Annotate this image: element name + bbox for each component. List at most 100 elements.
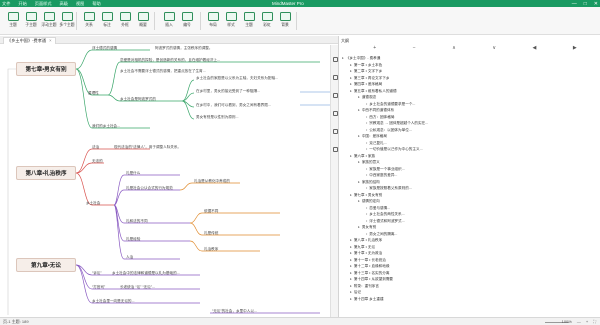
document-tab[interactable]: 《乡土中国》-费孝通 ×	[3, 37, 56, 44]
map-node[interactable]: “诉讼”	[92, 271, 102, 275]
expand-icon[interactable]: ▸	[358, 180, 360, 184]
chapter-node-8[interactable]: 第八章•礼治秩序	[16, 166, 76, 180]
expand-icon[interactable]: ▸	[350, 82, 352, 86]
menu-item[interactable]: 开始	[18, 1, 26, 7]
move-down-icon[interactable]: ∨	[492, 45, 496, 52]
move-up-icon[interactable]: ∧	[452, 45, 456, 52]
maximize-button[interactable]: □	[584, 1, 587, 7]
fullscreen-icon[interactable]: ⛶	[593, 319, 596, 324]
toolbar-button[interactable]: 概要	[134, 9, 152, 33]
expand-icon[interactable]: ▸	[350, 154, 352, 158]
map-node[interactable]: 礼是传统	[204, 231, 218, 235]
toolbar-button[interactable]: 彩虹	[258, 9, 276, 33]
expand-icon[interactable]: ▸	[358, 199, 360, 203]
map-node[interactable]: 乡土社会中的法律和道德是以礼为基础的...	[112, 271, 180, 275]
expand-icon[interactable]: ▸	[358, 134, 360, 138]
minimize-button[interactable]: —	[572, 1, 577, 7]
expand-icon[interactable]: ▸	[350, 89, 352, 93]
map-node[interactable]: 礼是经验	[126, 237, 140, 241]
expand-icon[interactable]: ▸	[350, 290, 352, 294]
expand-icon[interactable]: ▸	[350, 69, 352, 73]
expand-icon[interactable]: ▸	[350, 271, 352, 275]
map-node[interactable]: 乡土社会	[86, 201, 100, 205]
menu-item[interactable]: 帮助	[92, 1, 100, 7]
map-node[interactable]: 法治	[92, 145, 99, 149]
expand-icon[interactable]: ▸	[350, 63, 352, 67]
menu-item[interactable]: 页面样式	[35, 1, 52, 7]
map-node[interactable]: 现代法治的“法律人”，用于调整人际关系。	[114, 145, 181, 149]
toolbar-button[interactable]: 样式	[222, 9, 240, 33]
expand-icon[interactable]: ▸	[350, 258, 352, 262]
zoom-out-button[interactable]: —	[577, 319, 581, 324]
close-tab-icon[interactable]: ×	[49, 38, 51, 43]
expand-icon[interactable]: ▸	[342, 56, 344, 60]
chapter-node-9[interactable]: 第九章•无讼	[16, 258, 76, 272]
toolbar-button[interactable]: 插入	[160, 9, 178, 33]
toolbar-button[interactable]: 布局	[204, 9, 222, 33]
menu-item[interactable]: 高级	[60, 1, 68, 7]
expand-icon[interactable]: ▸	[350, 264, 352, 268]
map-node[interactable]: 无法的	[92, 159, 103, 163]
map-node[interactable]: 阿波罗式的感情，主张秩序的调整。	[155, 46, 213, 50]
map-node[interactable]: 男女有别是以性别为原则...	[196, 115, 239, 119]
expand-icon[interactable]: ▸	[350, 193, 352, 197]
menu-item[interactable]: 视图	[76, 1, 84, 7]
toolbar-button[interactable]: 浮动主题	[40, 9, 58, 33]
map-node[interactable]: 礼是什么	[126, 171, 140, 175]
map-node[interactable]: 在乡村中，我们可以看到，男女之间有着界限...	[196, 103, 271, 107]
map-node[interactable]: 恋爱是对相机的探险，是创造新的关系的，且在维护着经济上...	[120, 58, 220, 62]
map-node[interactable]: 礼治是从教化中养成的	[194, 179, 230, 183]
toolbar-button[interactable]: 外框	[116, 9, 134, 33]
close-button[interactable]: ✕	[594, 1, 598, 7]
toolbar-button[interactable]: 标注	[98, 9, 116, 33]
map-node[interactable]: 依据不同	[204, 209, 218, 213]
map-node[interactable]: 礼治秩序	[204, 247, 218, 251]
expand-icon[interactable]: ▸	[350, 245, 352, 249]
expand-icon[interactable]: ▸	[358, 160, 360, 164]
toolbar-button[interactable]: 多个主题	[58, 9, 76, 33]
expand-icon[interactable]: ▸	[350, 76, 352, 80]
expand-icon[interactable]: ▸	[358, 225, 360, 229]
toolbar-button[interactable]: 子主题	[22, 9, 40, 33]
map-node[interactable]: 在乡村里，男女的接近受到了一种阻隔...	[196, 89, 260, 93]
expand-icon[interactable]: ▸	[350, 297, 352, 301]
outline-row[interactable]: ▸ 第十四章 乡土重建	[339, 296, 600, 303]
expand-icon[interactable]: ▸	[350, 251, 352, 255]
expand-icon[interactable]: ▸	[350, 238, 352, 242]
expand-icon[interactable]: ▸	[358, 108, 360, 112]
zoom-in-button[interactable]: +	[586, 319, 588, 324]
map-node[interactable]: 浮士德式的感情	[92, 46, 117, 50]
map-node[interactable]: 重理性	[88, 91, 99, 95]
add-topic-icon[interactable]: +	[373, 45, 376, 52]
map-node[interactable]: 礼是社会公认合式的行为规范	[126, 186, 173, 190]
format-icon[interactable]	[332, 57, 338, 62]
toolbar-button[interactable]: 主题	[4, 9, 22, 33]
map-node[interactable]: 乡土社会里一向是无讼的...	[92, 299, 135, 303]
menu-item[interactable]: 文件	[2, 1, 10, 7]
toolbar-button[interactable]: 主题	[240, 9, 258, 33]
map-node[interactable]: 长老统治 “讼” “无讼”...	[120, 285, 155, 289]
map-node[interactable]: 礼和法的不同	[126, 219, 148, 223]
search-icon[interactable]	[332, 147, 338, 152]
toolbar-button[interactable]: 编号	[178, 9, 196, 33]
clipart-icon[interactable]	[332, 93, 338, 98]
map-node[interactable]: 乡土社会的家庭是以父系为主轴，夫妇关系为配轴...	[196, 76, 278, 80]
map-node[interactable]: 乡土社会不需要浮士德式的感情，把重点放在了生育...	[120, 69, 206, 73]
chapter-node-7[interactable]: 第七章•男女有别	[16, 62, 76, 76]
toolbar-button[interactable]: 关系	[80, 9, 98, 33]
map-node[interactable]: “无讼”的社会，乡里中人以...	[212, 309, 257, 313]
icon-library-icon[interactable]	[332, 75, 338, 80]
map-node[interactable]: 乡土社会是阿波罗式的	[120, 97, 156, 101]
expand-icon[interactable]: ▸	[350, 277, 352, 281]
task-icon[interactable]	[332, 129, 338, 134]
demote-icon[interactable]: ▶	[573, 45, 577, 52]
map-node[interactable]: 我们的乡土社会...	[92, 124, 120, 128]
promote-icon[interactable]: ◀	[533, 45, 537, 52]
mindmap-canvas[interactable]: 第七章•男女有别 第八章•礼治秩序 第九章•无讼 浮士德式的感情 阿波罗式的感情…	[0, 45, 330, 317]
expand-icon[interactable]: ▸	[358, 95, 360, 99]
map-node[interactable]: 人治	[126, 255, 133, 259]
toolbar-button[interactable]: 背景	[276, 9, 294, 33]
expand-icon[interactable]: ▸	[350, 284, 352, 288]
map-node[interactable]: “打官司”	[92, 285, 105, 289]
remove-topic-icon[interactable]: −	[413, 45, 416, 52]
